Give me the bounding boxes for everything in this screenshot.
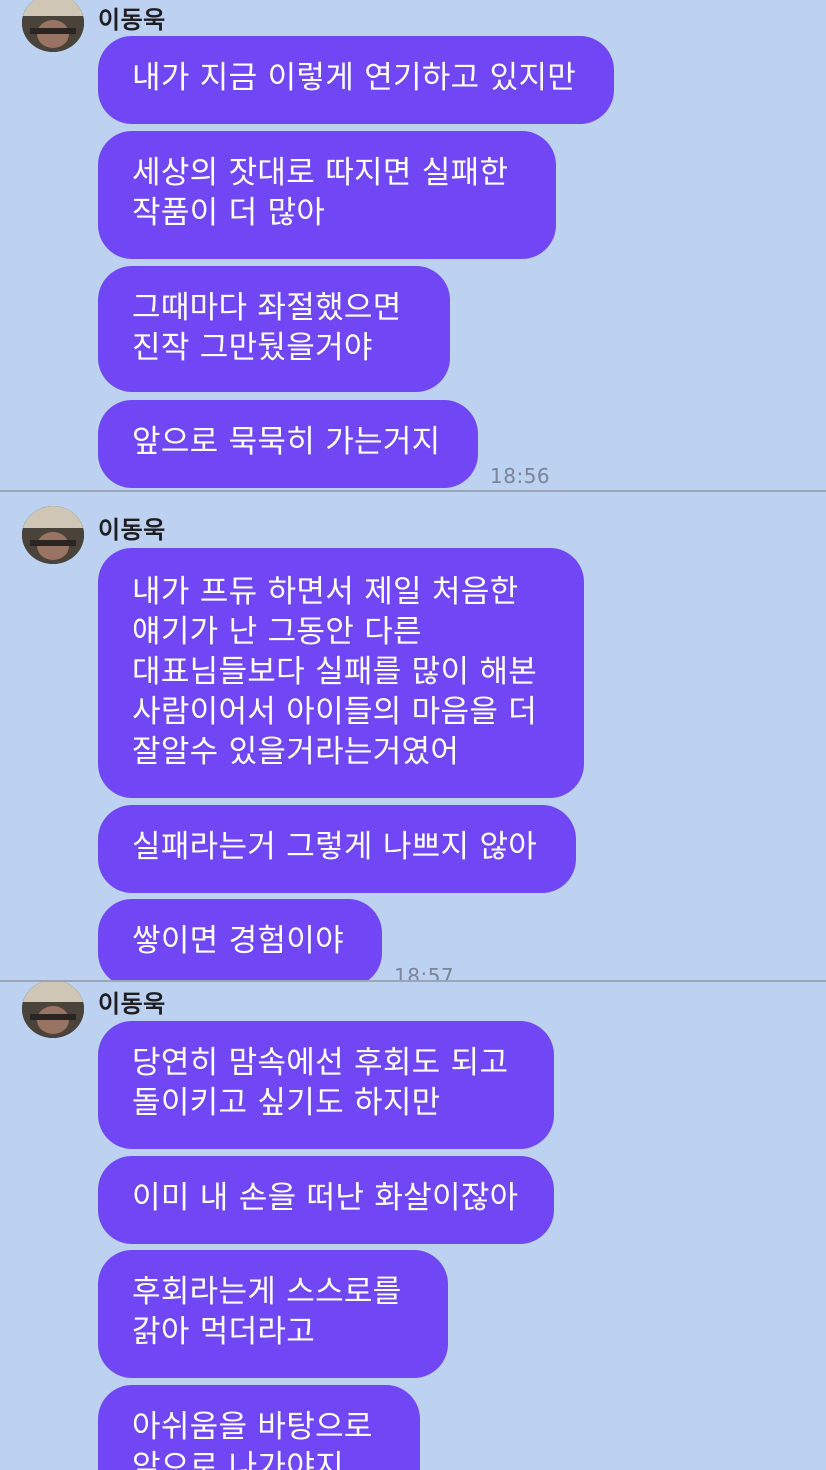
sender-avatar[interactable] xyxy=(22,0,84,52)
message-bubble[interactable]: 앞으로 묵묵히 가는거지 xyxy=(98,400,478,488)
message-timestamp: 18:56 xyxy=(490,464,551,488)
message-bubble[interactable]: 세상의 잣대로 따지면 실패한 작품이 더 많아 xyxy=(98,131,556,259)
message-timestamp: 18:57 xyxy=(394,964,455,980)
sender-name: 이동욱 xyxy=(98,990,166,1018)
chat-section-2: 이동욱 내가 프듀 하면서 제일 처음한 얘기가 난 그동안 다른 대표님들보다… xyxy=(0,492,826,980)
avatar-image-icon xyxy=(22,506,84,564)
message-bubble[interactable]: 실패라는거 그렇게 나쁘지 않아 xyxy=(98,805,576,893)
sender-avatar[interactable] xyxy=(22,982,84,1038)
chat-section-1: 이동욱 내가 지금 이렇게 연기하고 있지만 세상의 잣대로 따지면 실패한 작… xyxy=(0,0,826,490)
sender-name: 이동욱 xyxy=(98,6,166,34)
message-bubble[interactable]: 내가 프듀 하면서 제일 처음한 얘기가 난 그동안 다른 대표님들보다 실패를… xyxy=(98,548,584,798)
avatar-image-icon xyxy=(22,982,84,1038)
message-bubble[interactable]: 쌓이면 경험이야 xyxy=(98,899,382,980)
sender-avatar[interactable] xyxy=(22,506,84,564)
message-bubble[interactable]: 그때마다 좌절했으면 진작 그만뒀을거야 xyxy=(98,266,450,392)
message-bubble[interactable]: 당연히 맘속에선 후회도 되고 돌이키고 싶기도 하지만 xyxy=(98,1021,554,1149)
message-bubble[interactable]: 아쉬움을 바탕으로 앞으로 나가야지 xyxy=(98,1385,420,1470)
avatar-image-icon xyxy=(22,0,84,52)
chat-section-3: 이동욱 당연히 맘속에선 후회도 되고 돌이키고 싶기도 하지만 이미 내 손을… xyxy=(0,982,826,1470)
message-bubble[interactable]: 후회라는게 스스로를 갉아 먹더라고 xyxy=(98,1250,448,1378)
sender-name: 이동욱 xyxy=(98,516,166,544)
message-bubble[interactable]: 이미 내 손을 떠난 화살이잖아 xyxy=(98,1156,554,1244)
message-bubble[interactable]: 내가 지금 이렇게 연기하고 있지만 xyxy=(98,36,614,124)
